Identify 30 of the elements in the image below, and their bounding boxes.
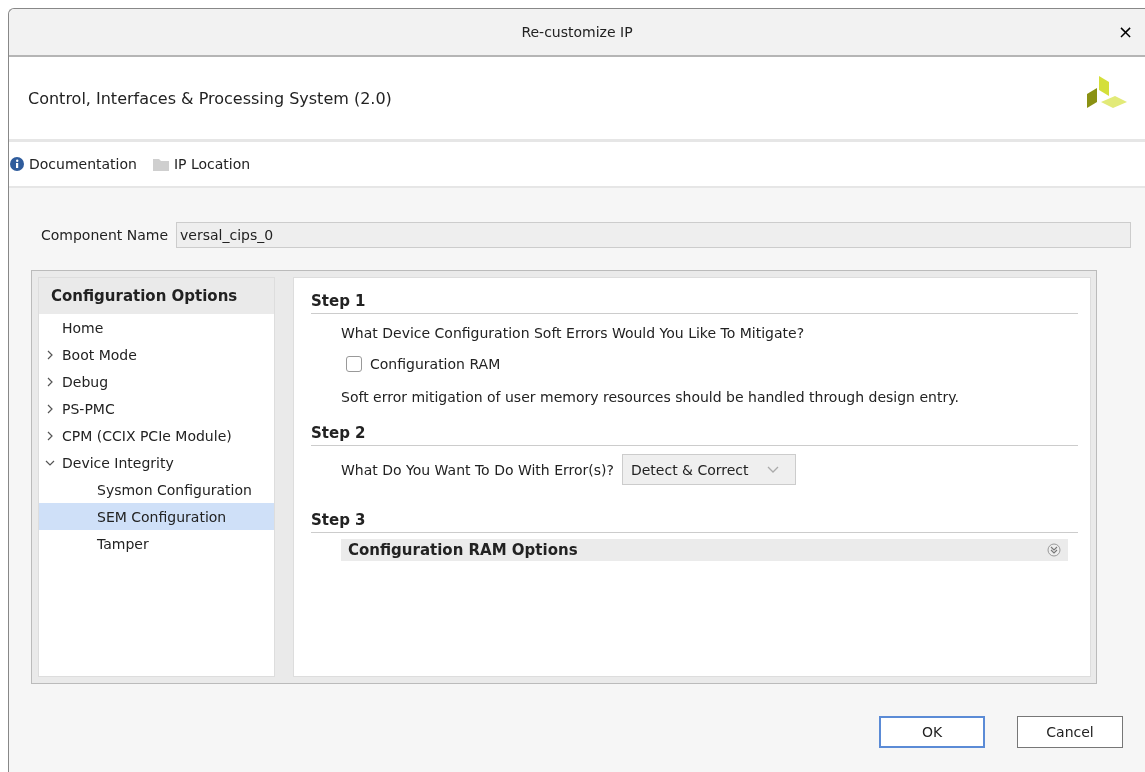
collapsible-section-header[interactable]: Configuration RAM Options — [341, 539, 1068, 561]
folder-icon — [152, 157, 169, 171]
component-name-field[interactable]: versal_cips_0 — [176, 222, 1131, 248]
step-heading: Step 1 — [311, 292, 1078, 314]
window-title: Re-customize IP — [521, 24, 633, 40]
checkbox[interactable]: Configuration RAM — [341, 346, 1078, 382]
tree-item[interactable]: Boot Mode — [39, 341, 274, 368]
dialog-button[interactable]: OK — [879, 716, 985, 748]
error-action-dropdown[interactable]: Detect & Correct — [621, 454, 796, 485]
note-text: Soft error mitigation of user memory resources should be handled through design entry. — [341, 388, 960, 407]
tree-item[interactable]: Sysmon Configuration — [39, 476, 274, 503]
toolbar-link[interactable]: Documentation — [10, 156, 137, 172]
question-text: What Device Configuration Soft Errors Would You Like To Mitigate? — [341, 324, 806, 343]
tree-item[interactable]: SEM Configuration — [39, 503, 274, 530]
tree-item[interactable]: Debug — [39, 368, 274, 395]
field-label: Component Name — [41, 227, 169, 243]
toolbar-link[interactable]: IP Location — [152, 156, 251, 172]
question-text: What Do You Want To Do With Error(s)? — [341, 461, 614, 478]
dialog-button[interactable]: Cancel — [1017, 716, 1123, 748]
tree-item[interactable]: Tamper — [39, 530, 274, 557]
dialog-heading: Control, Interfaces & Processing System (2.0) — [28, 88, 392, 108]
tree-item[interactable]: Device Integrity — [39, 449, 274, 476]
tree-item[interactable]: Home — [39, 314, 274, 341]
tree-item[interactable]: PS-PMC — [39, 395, 274, 422]
step-heading: Step 3 — [311, 511, 1078, 533]
caret-icon — [766, 465, 779, 474]
sidebar-heading: Configuration Options — [39, 278, 274, 314]
close-button[interactable]: × — [1113, 23, 1137, 41]
step-heading: Step 2 — [311, 424, 1078, 446]
tree-item[interactable]: CPM (CCIX PCIe Module) — [39, 422, 274, 449]
